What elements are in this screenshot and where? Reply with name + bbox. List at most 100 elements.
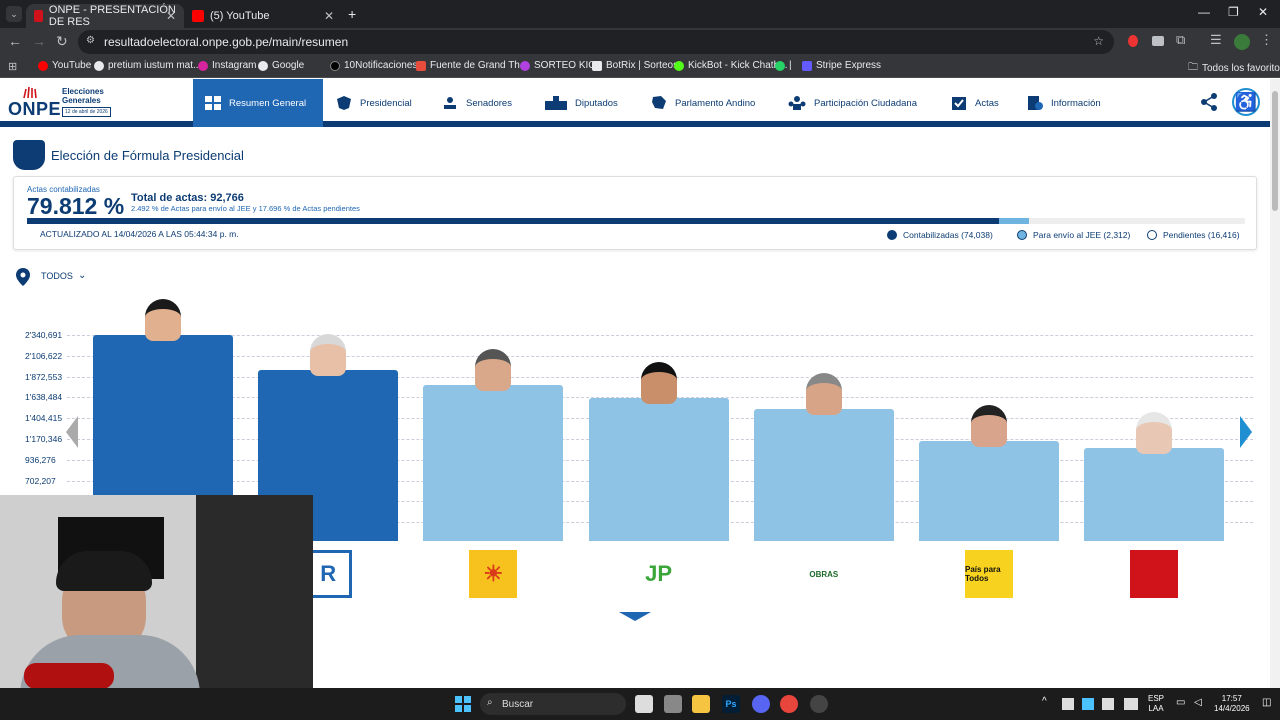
clock[interactable]: 17:57 14/4/2026 — [1214, 694, 1250, 714]
reading-list-icon[interactable]: ☰ — [1210, 32, 1222, 48]
candidate-photo[interactable] — [475, 349, 512, 392]
gridline — [67, 335, 1253, 336]
share-icon[interactable] — [1200, 93, 1218, 111]
reload-icon[interactable]: ↻ — [56, 33, 68, 50]
kickbot-icon — [674, 60, 684, 71]
candidate-photo[interactable] — [640, 362, 677, 405]
region-filter[interactable]: TODOS — [41, 271, 73, 281]
party-logo[interactable]: ☀ — [469, 550, 518, 598]
bookmark-sorteo-kick[interactable]: SORTEO KICK — [520, 60, 602, 71]
nav-resumen-general[interactable]: Resumen General — [193, 79, 323, 127]
party-logo[interactable]: JP — [634, 550, 683, 598]
google-icon — [258, 60, 268, 71]
legend-pendientes: Pendientes (16,416) — [1147, 230, 1240, 240]
party-logo[interactable] — [1130, 550, 1179, 598]
back-icon[interactable]: ← — [8, 33, 22, 49]
y-tick-label: 702,207 — [25, 475, 56, 486]
address-bar[interactable]: ⚙ resultadoelectoral.onpe.gob.pe/main/re… — [78, 30, 1114, 54]
carousel-next-arrow[interactable] — [1240, 416, 1252, 448]
bookmark-star-icon[interactable]: ☆ — [1093, 34, 1104, 48]
scrollbar-thumb[interactable] — [1272, 91, 1278, 211]
language-indicator[interactable]: ESP LAA — [1148, 694, 1164, 714]
new-tab-button[interactable]: + — [348, 6, 356, 22]
tray-chevron-icon[interactable]: ^ — [1042, 696, 1047, 707]
windows-start-icon[interactable] — [455, 696, 471, 712]
network-icon[interactable]: ▭ — [1176, 697, 1185, 708]
maximize-button[interactable]: ❐ — [1228, 5, 1239, 19]
browser-tab-onpe[interactable]: ONPE - PRESENTACIÓN DE RES ✕ — [26, 4, 184, 28]
expand-down-arrow[interactable] — [619, 612, 651, 621]
bookmark-pretium[interactable]: pretium iustum mat... — [94, 60, 201, 71]
bookmark-stripe[interactable]: Stripe Express — [802, 60, 881, 71]
bookmark-whatsapp[interactable]: | — [775, 60, 792, 71]
extension-icon[interactable] — [1128, 35, 1138, 47]
google-icon — [94, 60, 104, 71]
bookmark-10notificaciones[interactable]: 10Notificaciones — [330, 60, 417, 71]
close-icon[interactable]: ✕ — [324, 9, 334, 23]
tray-icons[interactable] — [1062, 698, 1138, 710]
nav-participacion-ciudadana[interactable]: Participación Ciudadana — [788, 79, 917, 127]
bookmark-instagram[interactable]: Instagram — [198, 60, 256, 71]
candidate-photo[interactable] — [971, 404, 1007, 447]
candidate-bar[interactable] — [919, 440, 1059, 541]
candidate-bar[interactable] — [753, 408, 894, 541]
app-icon[interactable] — [810, 695, 828, 713]
y-tick-label: 1'872,553 — [25, 371, 63, 382]
event-name: Elecciones Generales — [62, 87, 104, 105]
page-scrollbar[interactable] — [1270, 79, 1280, 688]
bookmark-youtube[interactable]: YouTube — [38, 60, 91, 71]
candidate-bar[interactable] — [588, 398, 729, 541]
menu-dots-icon[interactable]: ⋮ — [1260, 32, 1273, 48]
chrome-icon[interactable] — [780, 695, 798, 713]
microphone-icon — [24, 663, 114, 689]
file-explorer-icon[interactable] — [692, 695, 710, 713]
bookmark-google[interactable]: Google — [258, 60, 304, 71]
nav-diputados[interactable]: Diputados — [545, 79, 618, 127]
bookmark-all-favorites[interactable]: 🗀 Todos los favoritos — [1188, 60, 1280, 77]
bookmark-fuente[interactable]: Fuente de Grand Th... — [416, 60, 528, 71]
bookmark-botrix[interactable]: BotRix | Sorteos — [592, 60, 678, 71]
youtube-favicon — [192, 10, 204, 22]
forward-icon[interactable]: → — [32, 33, 46, 49]
candidate-photo[interactable] — [310, 333, 347, 376]
profile-avatar[interactable] — [1234, 34, 1250, 50]
dashboard-icon — [205, 96, 221, 110]
candidate-photo[interactable] — [805, 372, 842, 415]
candidate-photo[interactable] — [1136, 411, 1173, 454]
close-icon[interactable]: ✕ — [166, 9, 176, 23]
notifications-icon[interactable]: ◫ — [1262, 697, 1271, 708]
candidate-photo[interactable] — [145, 299, 181, 341]
nav-parlamento-andino[interactable]: Parlamento Andino — [651, 79, 755, 127]
volume-icon[interactable]: ◁ — [1194, 697, 1202, 708]
document-info-icon — [1028, 96, 1043, 110]
task-view-icon[interactable] — [635, 695, 653, 713]
bookmark-kickbot[interactable]: KickBot - Kick Chatb... — [674, 60, 787, 71]
candidate-bar[interactable] — [423, 385, 564, 541]
actas-percentage: 79.812 % — [27, 193, 125, 219]
close-window-button[interactable]: ✕ — [1258, 5, 1268, 19]
minimize-button[interactable]: — — [1198, 5, 1210, 19]
tab-list-icon[interactable]: ⌄ — [6, 6, 22, 22]
browser-tab-youtube[interactable]: (5) YouTube ✕ — [184, 4, 342, 28]
carousel-prev-arrow[interactable] — [66, 416, 78, 448]
nav-actas[interactable]: Actas — [951, 79, 999, 127]
discord-icon[interactable] — [752, 695, 770, 713]
taskbar-search[interactable]: ⌕ Buscar — [480, 693, 626, 715]
legend-dot — [1017, 230, 1027, 240]
site-info-icon[interactable]: ⚙ — [86, 35, 95, 46]
extension-icon[interactable] — [1152, 36, 1164, 46]
photoshop-icon[interactable]: Ps — [722, 695, 740, 713]
extensions-puzzle-icon[interactable]: ⧉ — [1176, 32, 1185, 48]
nav-presidencial[interactable]: Presidencial — [336, 79, 412, 127]
candidate-bar[interactable] — [1084, 447, 1225, 541]
party-logo[interactable]: País para Todos — [965, 550, 1013, 598]
apps-grid-icon[interactable]: ⊞ — [8, 60, 17, 73]
chevron-down-icon[interactable]: ⌄ — [78, 270, 86, 281]
party-logo[interactable]: OBRAS — [799, 550, 848, 598]
accessibility-icon[interactable]: ♿ — [1232, 88, 1260, 116]
nav-informacion[interactable]: Información — [1027, 79, 1101, 127]
x-icon — [330, 60, 340, 71]
folder-icon: 🗀 — [1188, 62, 1198, 73]
nav-senadores[interactable]: Senadores — [442, 79, 512, 127]
app-icon[interactable] — [664, 695, 682, 713]
